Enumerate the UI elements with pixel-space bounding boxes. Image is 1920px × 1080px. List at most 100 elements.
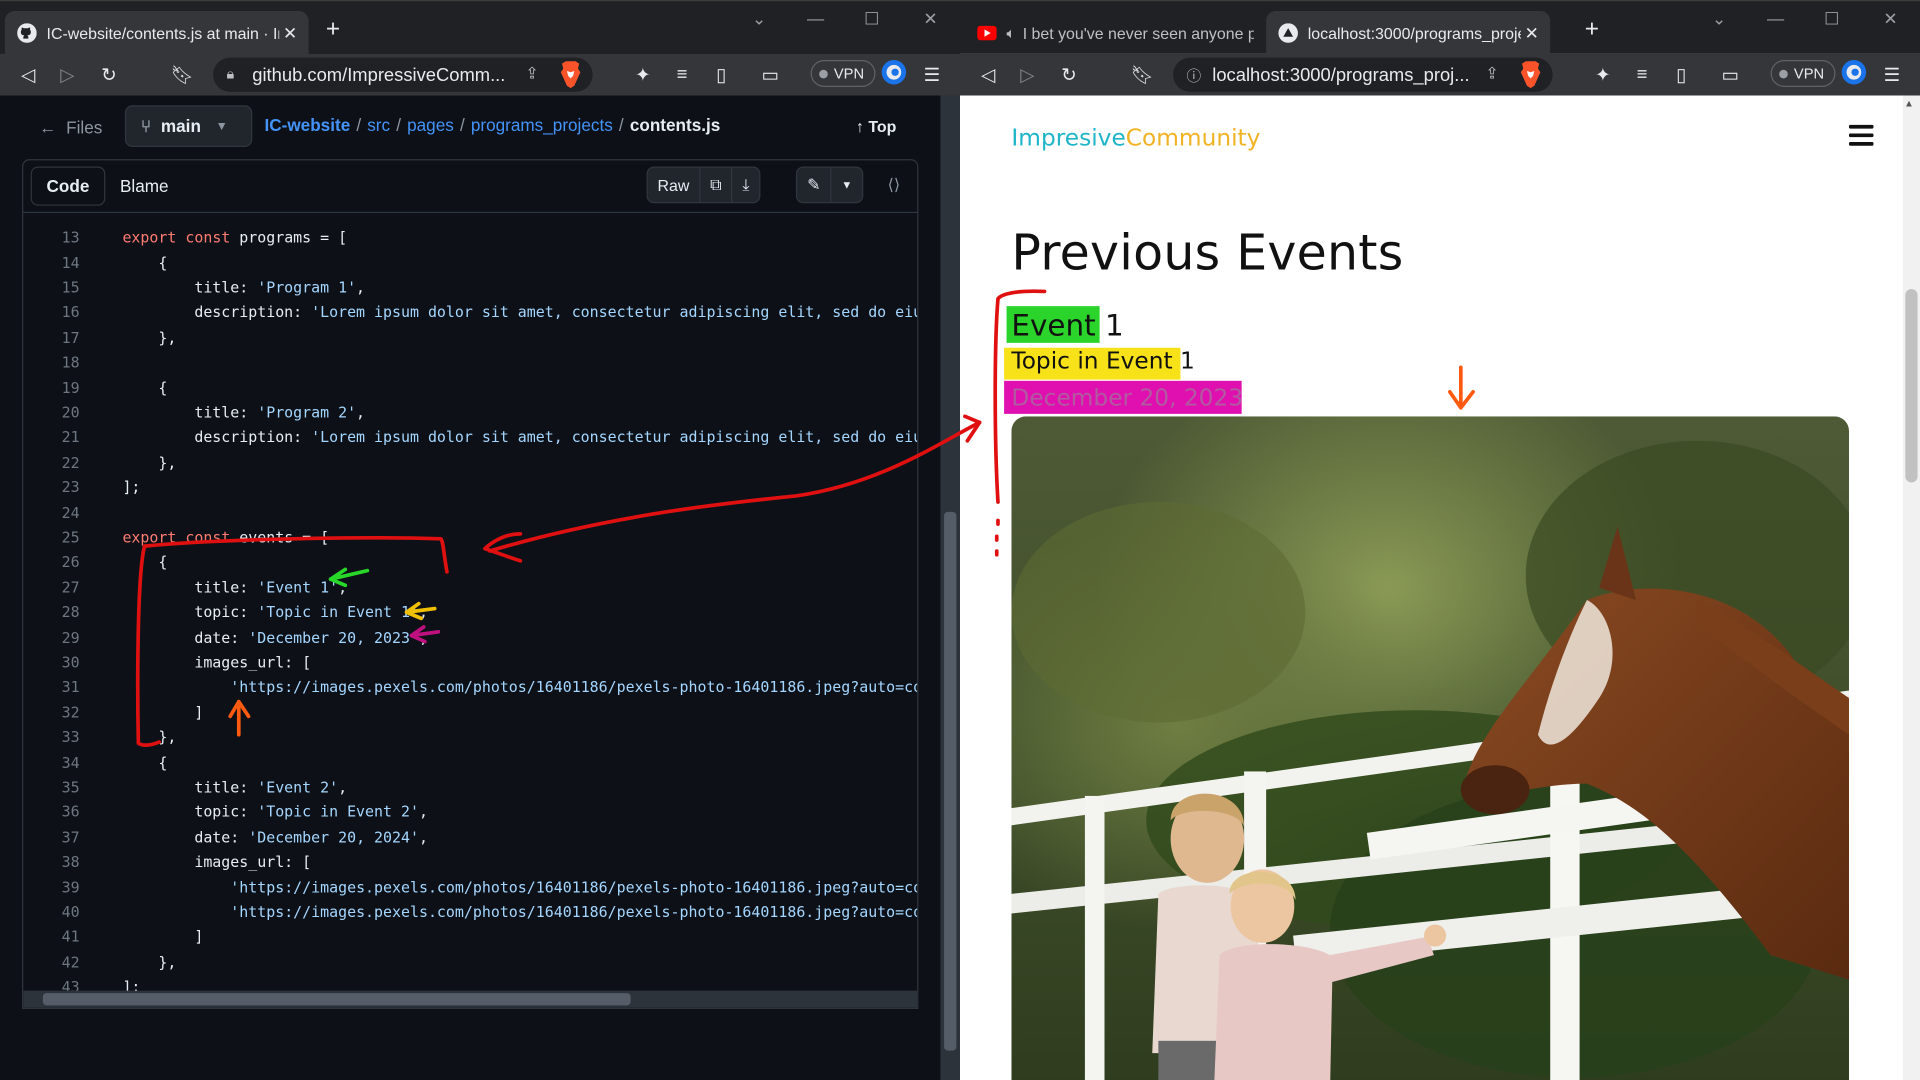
sidebar-icon[interactable]: ▯ (1665, 64, 1697, 86)
breadcrumb-pages[interactable]: pages (407, 115, 454, 135)
audio-playing-icon[interactable]: 🔈︎ (1007, 24, 1016, 42)
share-icon[interactable]: ⇪ (525, 64, 538, 84)
profile-icon[interactable] (879, 58, 908, 87)
breadcrumb-repo[interactable]: IC-website (264, 115, 350, 135)
wallet-icon[interactable]: ▭ (754, 64, 786, 86)
forward-icon[interactable]: ▷ (1011, 64, 1043, 86)
tab-localhost[interactable]: localhost:3000/programs_project ✕ (1266, 11, 1551, 56)
line-number[interactable]: 39 (23, 879, 80, 896)
menu-icon[interactable]: ☰ (1876, 64, 1908, 86)
site-logo[interactable]: ImpresiveCommunity (1011, 125, 1260, 152)
edit-dropdown-icon[interactable]: ▼ (832, 168, 863, 202)
line-number[interactable]: 32 (23, 704, 80, 721)
line-number[interactable]: 15 (23, 279, 80, 296)
share-icon[interactable]: ⇪ (1485, 64, 1498, 84)
reload-icon[interactable]: ↻ (1053, 64, 1085, 86)
line-number[interactable]: 42 (23, 954, 80, 971)
breadcrumb-programs-projects[interactable]: programs_projects (471, 115, 613, 135)
tab-github[interactable]: IC-website/contents.js at main · Im ✕ (4, 11, 309, 56)
tab-blame[interactable]: Blame (105, 167, 183, 206)
top-button[interactable]: ↑ Top (856, 118, 896, 136)
line-number[interactable]: 34 (23, 754, 80, 771)
line-number[interactable]: 27 (23, 579, 80, 596)
line-number[interactable]: 21 (23, 429, 80, 446)
forward-icon[interactable]: ▷ (51, 64, 83, 86)
bookmark-icon[interactable]: 🔖︎ (1127, 64, 1159, 86)
line-number[interactable]: 30 (23, 654, 80, 671)
website-content: ImpresiveCommunity Previous Events Event… (960, 95, 1903, 1080)
maximize-icon[interactable]: ☐ (847, 9, 896, 30)
line-number[interactable]: 26 (23, 554, 80, 571)
code-text: title: 'Event 1', (122, 578, 348, 597)
line-number[interactable]: 41 (23, 929, 80, 946)
back-icon[interactable]: ◁ (972, 64, 1004, 86)
scroll-up-icon[interactable]: ▲ (1904, 98, 1914, 109)
close-tab-icon[interactable]: ✕ (279, 23, 301, 44)
reload-icon[interactable]: ↻ (93, 64, 125, 86)
minimize-icon[interactable]: — (791, 9, 840, 29)
address-bar[interactable]: ⓘ localhost:3000/programs_proj... ⇪ (1173, 57, 1553, 92)
line-number[interactable]: 20 (23, 404, 80, 421)
bookmark-icon[interactable]: 🔖︎ (167, 64, 199, 86)
line-number[interactable]: 37 (23, 829, 80, 846)
tab-code[interactable]: Code (30, 166, 106, 206)
symbols-panel-icon[interactable]: ⟨⟩ (878, 169, 910, 201)
extensions-icon[interactable]: ✦ (1587, 64, 1619, 86)
vpn-button[interactable]: VPN (1770, 60, 1836, 87)
download-icon[interactable]: ⤓ (733, 168, 760, 202)
breadcrumb-src[interactable]: src (367, 115, 390, 135)
line-number[interactable]: 23 (23, 479, 80, 496)
line-number[interactable]: 38 (23, 854, 80, 871)
line-number[interactable]: 22 (23, 454, 80, 471)
line-number[interactable]: 40 (23, 904, 80, 921)
line-number[interactable]: 18 (23, 354, 80, 371)
brave-shield-icon[interactable] (1518, 60, 1542, 89)
profile-icon[interactable] (1839, 58, 1868, 87)
playlist-icon[interactable]: ≡ (1626, 64, 1658, 85)
hamburger-menu-icon[interactable] (1848, 124, 1874, 146)
line-number[interactable]: 35 (23, 779, 80, 796)
vpn-button[interactable]: VPN (810, 60, 876, 87)
line-number[interactable]: 28 (23, 604, 80, 621)
site-scrollbar[interactable] (1902, 95, 1920, 1080)
close-window-icon[interactable]: ✕ (906, 9, 955, 30)
line-number[interactable]: 36 (23, 804, 80, 821)
line-number[interactable]: 19 (23, 379, 80, 396)
raw-button[interactable]: Raw (648, 167, 701, 203)
new-tab-icon[interactable]: + (1577, 16, 1606, 44)
line-number[interactable]: 31 (23, 679, 80, 696)
menu-icon[interactable]: ☰ (916, 64, 948, 86)
line-number[interactable]: 16 (23, 304, 80, 321)
line-number[interactable]: 17 (23, 329, 80, 346)
brave-shield-icon[interactable] (558, 60, 582, 89)
wallet-icon[interactable]: ▭ (1714, 64, 1746, 86)
copy-icon[interactable]: ⧉ (700, 167, 733, 203)
new-tab-icon[interactable]: + (318, 16, 347, 44)
line-number[interactable]: 29 (23, 629, 80, 646)
back-icon[interactable]: ◁ (12, 64, 44, 86)
info-icon: ⓘ (1186, 67, 1202, 85)
line-number[interactable]: 24 (23, 504, 80, 521)
playlist-icon[interactable]: ≡ (666, 64, 698, 85)
code-text: }, (122, 728, 177, 746)
branch-selector[interactable]: ⑂ main ▼ (124, 105, 253, 147)
close-window-icon[interactable]: ✕ (1866, 9, 1915, 30)
tab-youtube[interactable]: 🔈︎ I bet you've never seen anyone pla (965, 11, 1254, 55)
line-number[interactable]: 33 (23, 729, 80, 746)
line-number[interactable]: 13 (23, 229, 80, 246)
files-toggle[interactable]: ← Files (39, 105, 102, 149)
close-tab-icon[interactable]: ✕ (1521, 23, 1543, 44)
address-bar[interactable]: 🔒︎ github.com/ImpressiveComm... ⇪ (213, 57, 593, 92)
code-line: 16 description: 'Lorem ipsum dolor sit a… (23, 300, 918, 325)
left-page-scrollbar[interactable] (940, 95, 961, 1080)
horizontal-scrollbar[interactable] (23, 990, 918, 1008)
sidebar-icon[interactable]: ▯ (705, 64, 737, 86)
line-number[interactable]: 25 (23, 529, 80, 546)
tab-search-icon[interactable]: ⌄ (735, 9, 784, 30)
line-number[interactable]: 14 (23, 254, 80, 271)
tab-search-icon[interactable]: ⌄ (1695, 9, 1744, 30)
minimize-icon[interactable]: — (1751, 9, 1800, 29)
edit-pencil-icon[interactable]: ✎ (797, 167, 832, 203)
maximize-icon[interactable]: ☐ (1807, 9, 1856, 30)
extensions-icon[interactable]: ✦ (627, 64, 659, 86)
